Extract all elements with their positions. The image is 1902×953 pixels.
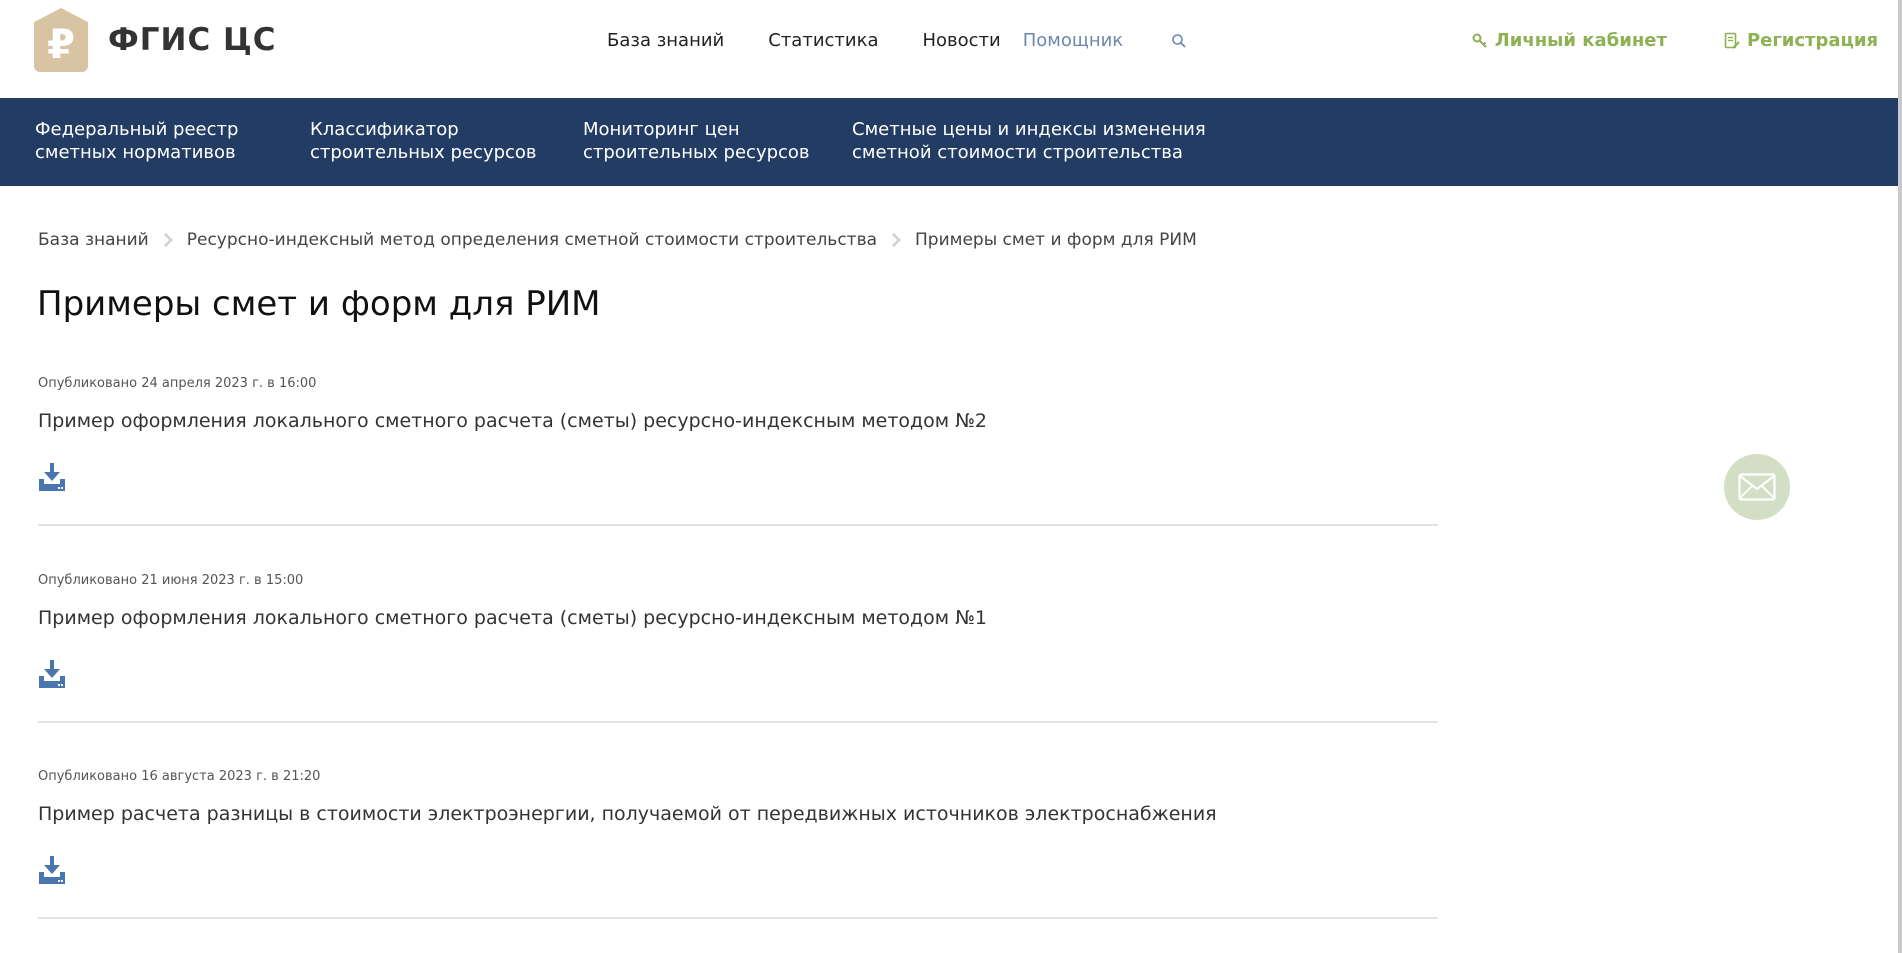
document-item: Опубликовано 21 июня 2023 г. в 15:00 При…	[38, 573, 1438, 723]
page-scrollbar[interactable]	[1898, 0, 1902, 953]
key-icon	[1472, 33, 1487, 48]
nav-statistics[interactable]: Статистика	[768, 30, 878, 51]
breadcrumb-item[interactable]: Ресурсно-индексный метод определения сме…	[187, 230, 877, 250]
document-title: Пример оформления локального сметного ра…	[38, 410, 988, 432]
publish-date: Опубликовано 24 апреля 2023 г. в 16:00	[38, 376, 317, 391]
section-estimate-prices-indexes[interactable]: Сметные цены и индексы изменения сметной …	[852, 118, 1206, 164]
mail-icon	[1738, 473, 1776, 501]
top-nav: База знаний Статистика Новости Помощник	[607, 30, 1187, 51]
document-item: Опубликовано 24 апреля 2023 г. в 16:00 П…	[38, 376, 1438, 526]
publish-date: Опубликовано 21 июня 2023 г. в 15:00	[38, 573, 304, 588]
main-sections-band: Федеральный реестр сметных нормативов Кла…	[0, 98, 1898, 186]
breadcrumb: База знаний Ресурсно-индексный метод опр…	[38, 230, 1197, 250]
user-links: Личный кабинет Регистрация	[1471, 30, 1878, 51]
download-icon[interactable]	[38, 659, 66, 689]
chevron-right-icon	[163, 233, 173, 247]
site-logo[interactable]: ₽ ФГИС ЦС	[34, 8, 277, 72]
breadcrumb-current: Примеры смет и форм для РИМ	[915, 230, 1197, 250]
document-item: Опубликовано 16 августа 2023 г. в 21:20 …	[38, 769, 1438, 919]
nav-knowledge-base[interactable]: База знаний	[607, 30, 724, 51]
register-link[interactable]: Регистрация	[1723, 30, 1878, 51]
document-title: Пример расчета разницы в стоимости элект…	[38, 803, 1217, 825]
section-resource-classifier[interactable]: Классификатор строительных ресурсов	[310, 118, 537, 164]
nav-news[interactable]: Новости	[923, 30, 1001, 51]
section-price-monitoring[interactable]: Мониторинг цен строительных ресурсов	[583, 118, 810, 164]
document-title: Пример оформления локального сметного ра…	[38, 607, 988, 629]
section-federal-registry[interactable]: Федеральный реестр сметных нормативов	[35, 118, 238, 164]
breadcrumb-item[interactable]: База знаний	[38, 230, 149, 250]
download-icon[interactable]	[38, 462, 66, 492]
site-header: ₽ ФГИС ЦС База знаний Статистика Новости…	[0, 0, 1898, 98]
feedback-mail-button[interactable]	[1724, 454, 1790, 520]
nav-assistant[interactable]: Помощник	[1023, 30, 1123, 51]
logo-mark: ₽	[34, 8, 88, 72]
document-edit-icon	[1724, 32, 1740, 49]
publish-date: Опубликовано 16 августа 2023 г. в 21:20	[38, 769, 321, 784]
download-icon[interactable]	[38, 855, 66, 885]
logo-text: ФГИС ЦС	[108, 22, 277, 58]
page-title: Примеры смет и форм для РИМ	[37, 284, 601, 324]
search-icon[interactable]	[1171, 33, 1187, 49]
cabinet-link[interactable]: Личный кабинет	[1471, 30, 1667, 51]
chevron-right-icon	[892, 233, 901, 247]
